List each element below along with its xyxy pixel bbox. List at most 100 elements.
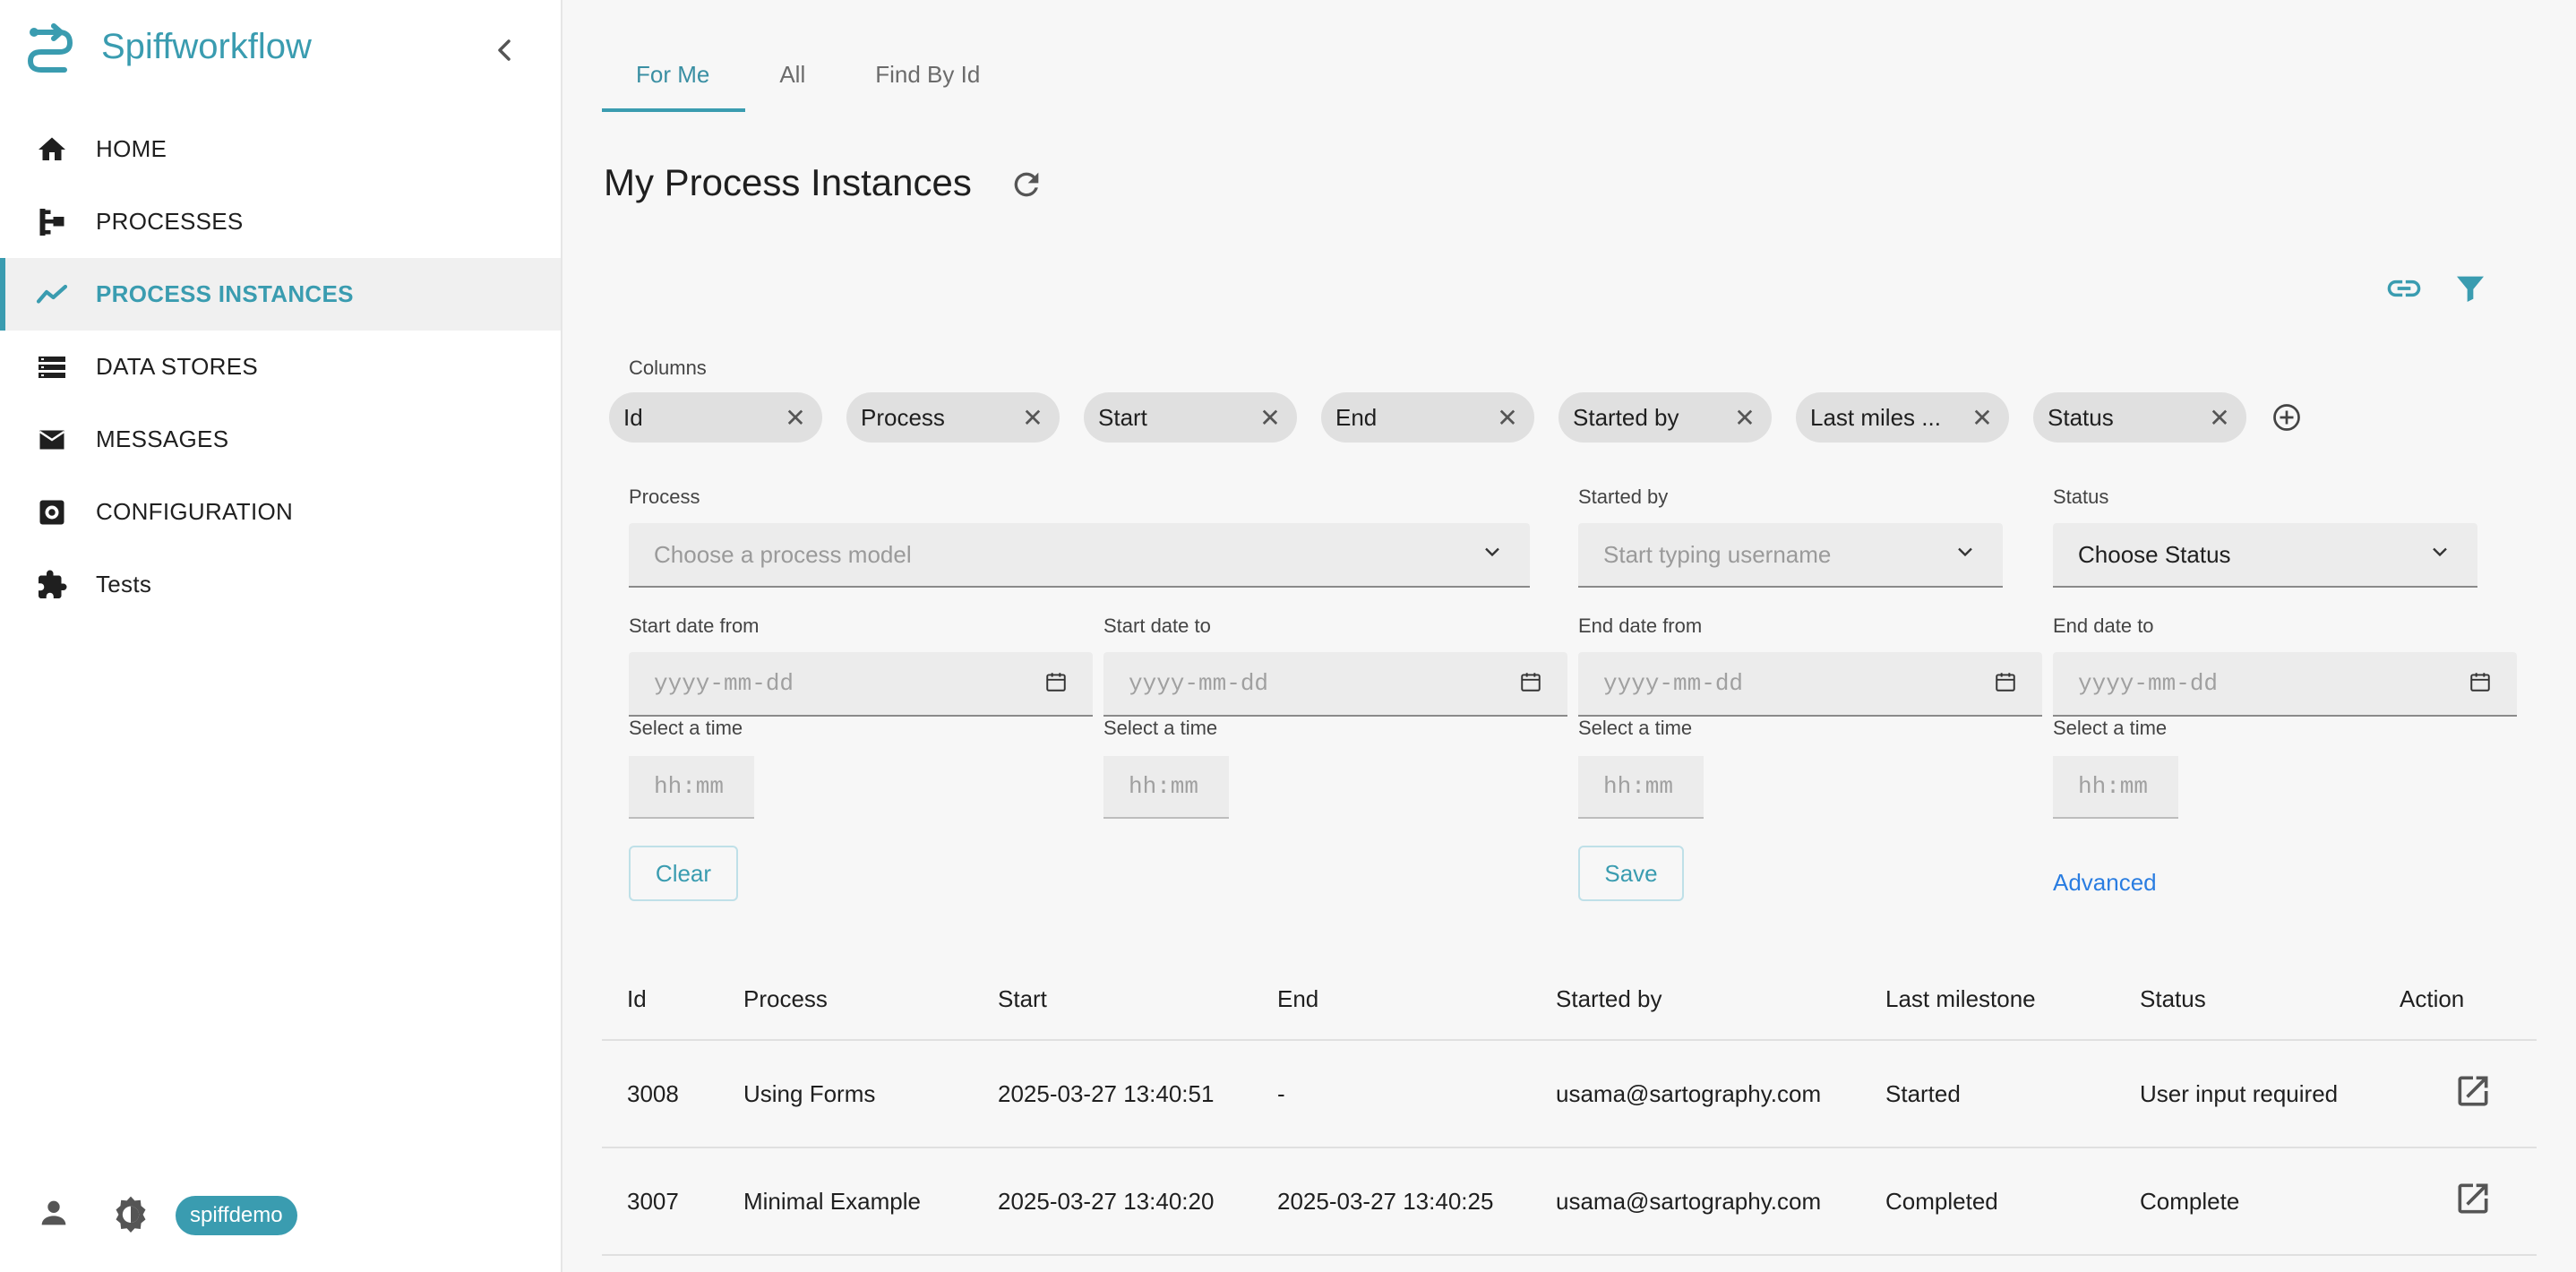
chevron-down-icon [1480, 539, 1505, 571]
calendar-icon[interactable] [2469, 670, 2492, 698]
table-row[interactable]: 3008 Using Forms 2025-03-27 13:40:51 - u… [602, 1041, 2537, 1148]
cell-id: 3007 [627, 1187, 679, 1215]
process-select-placeholder: Choose a process model [654, 540, 912, 568]
start-from-time-input[interactable]: hh:mm [629, 756, 754, 819]
refresh-icon[interactable] [1009, 167, 1044, 202]
chip-label: End [1335, 403, 1378, 431]
column-header-id[interactable]: Id [602, 985, 743, 1013]
started-by-placeholder: Start typing username [1603, 540, 1832, 568]
cell-last-milestone: Started [1885, 1079, 1961, 1107]
status-select[interactable]: Choose Status [2053, 523, 2477, 588]
end-from-time-input[interactable]: hh:mm [1578, 756, 1704, 819]
date-placeholder: yyyy-mm-dd [1129, 670, 1269, 697]
sidebar-item-label: MESSAGES [96, 425, 229, 452]
column-chip-last-milestone[interactable]: Last miles ... ✕ [1796, 392, 2009, 443]
end-date-from-label: End date from [1578, 615, 1703, 637]
end-date-to-input[interactable]: yyyy-mm-dd [2053, 652, 2517, 717]
user-profile-icon[interactable] [36, 1195, 72, 1235]
spiffworkflow-logo-icon[interactable] [25, 23, 75, 77]
chevron-down-icon [1953, 539, 1978, 571]
save-button[interactable]: Save [1578, 846, 1684, 901]
home-icon [34, 132, 70, 168]
process-select[interactable]: Choose a process model [629, 523, 1530, 588]
advanced-link[interactable]: Advanced [2053, 869, 2157, 897]
trend-line-icon [34, 277, 70, 313]
cell-last-milestone: Completed [1885, 1187, 1998, 1215]
open-in-new-icon[interactable] [2453, 1179, 2493, 1218]
sidebar-item-messages[interactable]: MESSAGES [0, 403, 561, 476]
calendar-icon[interactable] [1519, 670, 1542, 698]
sidebar-footer: spiffdemo [36, 1193, 297, 1237]
chip-remove-icon[interactable]: ✕ [783, 403, 808, 433]
sidebar-item-tests[interactable]: Tests [0, 548, 561, 621]
storage-list-icon [34, 349, 70, 385]
date-placeholder: yyyy-mm-dd [654, 670, 794, 697]
chip-remove-icon[interactable]: ✕ [1020, 403, 1045, 433]
tab-for-me[interactable]: For Me [602, 47, 746, 112]
calendar-icon[interactable] [1044, 670, 1068, 698]
chip-label: Process [861, 403, 945, 431]
column-header-start[interactable]: Start [998, 985, 1277, 1013]
column-header-status[interactable]: Status [2140, 985, 2400, 1013]
column-header-action: Action [2400, 984, 2465, 1012]
sidebar-nav: HOME PROCESSES PROCESS INSTANCES DATA ST… [0, 113, 561, 621]
start-date-to-input[interactable]: yyyy-mm-dd [1103, 652, 1567, 717]
sidebar: Spiffworkflow HOME PROCESSES PROCESS INS… [0, 0, 562, 1272]
time-placeholder: hh:mm [1129, 773, 1199, 800]
start-date-from-input[interactable]: yyyy-mm-dd [629, 652, 1093, 717]
clear-button[interactable]: Clear [629, 846, 738, 901]
add-column-icon[interactable] [2271, 401, 2303, 434]
column-chip-started-by[interactable]: Started by ✕ [1558, 392, 1772, 443]
cell-status: User input required [2140, 1079, 2339, 1107]
column-chip-status[interactable]: Status ✕ [2033, 392, 2246, 443]
main-content: For Me All Find By Id My Process Instanc… [562, 0, 2576, 1272]
sidebar-item-processes[interactable]: PROCESSES [0, 185, 561, 258]
column-header-started-by[interactable]: Started by [1556, 985, 1885, 1013]
end-date-to-label: End date to [2053, 615, 2154, 637]
page-title: My Process Instances [604, 161, 972, 203]
time-placeholder: hh:mm [1603, 773, 1674, 800]
column-header-end[interactable]: End [1277, 985, 1556, 1013]
chip-remove-icon[interactable]: ✕ [1258, 403, 1283, 433]
column-chip-start[interactable]: Start ✕ [1084, 392, 1297, 443]
start-to-time-input[interactable]: hh:mm [1103, 756, 1229, 819]
user-badge[interactable]: spiffdemo [176, 1195, 297, 1235]
chip-remove-icon[interactable]: ✕ [1495, 403, 1520, 433]
sidebar-item-label: PROCESSES [96, 208, 244, 235]
cell-process: Using Forms [743, 1079, 876, 1107]
calendar-icon[interactable] [1994, 670, 2017, 698]
tab-bar: For Me All Find By Id [602, 47, 1016, 112]
settings-cog-icon [34, 494, 70, 530]
collapse-sidebar-icon[interactable] [491, 32, 519, 68]
sidebar-item-data-stores[interactable]: DATA STORES [0, 331, 561, 403]
end-to-time-input[interactable]: hh:mm [2053, 756, 2178, 819]
sidebar-item-process-instances[interactable]: PROCESS INSTANCES [0, 258, 561, 331]
column-chip-process[interactable]: Process ✕ [846, 392, 1060, 443]
column-header-last-milestone[interactable]: Last milestone [1885, 985, 2140, 1013]
chip-remove-icon[interactable]: ✕ [1732, 403, 1757, 433]
chip-label: Start [1098, 403, 1147, 431]
table-row[interactable]: 3007 Minimal Example 2025-03-27 13:40:20… [602, 1148, 2537, 1256]
columns-label: Columns [629, 357, 707, 379]
theme-toggle-icon[interactable] [111, 1193, 150, 1237]
end-date-from-input[interactable]: yyyy-mm-dd [1578, 652, 2042, 717]
sidebar-item-configuration[interactable]: CONFIGURATION [0, 476, 561, 548]
started-by-select[interactable]: Start typing username [1578, 523, 2003, 588]
brand-name[interactable]: Spiffworkflow [101, 27, 312, 67]
copy-link-icon[interactable] [2384, 269, 2424, 308]
puzzle-icon [34, 567, 70, 603]
open-in-new-icon[interactable] [2453, 1071, 2493, 1111]
column-chip-end[interactable]: End ✕ [1321, 392, 1534, 443]
cell-end: - [1277, 1079, 1285, 1107]
tab-find-by-id[interactable]: Find By Id [841, 47, 1016, 112]
chevron-down-icon [2427, 539, 2452, 571]
chip-remove-icon[interactable]: ✕ [1970, 403, 1995, 433]
filter-icon[interactable] [2452, 269, 2488, 308]
column-chip-id[interactable]: Id ✕ [609, 392, 822, 443]
sidebar-item-home[interactable]: HOME [0, 113, 561, 185]
tab-all[interactable]: All [745, 47, 841, 112]
cell-id: 3008 [627, 1079, 679, 1107]
status-select-value: Choose Status [2078, 540, 2231, 568]
column-header-process[interactable]: Process [743, 985, 998, 1013]
chip-remove-icon[interactable]: ✕ [2207, 403, 2232, 433]
